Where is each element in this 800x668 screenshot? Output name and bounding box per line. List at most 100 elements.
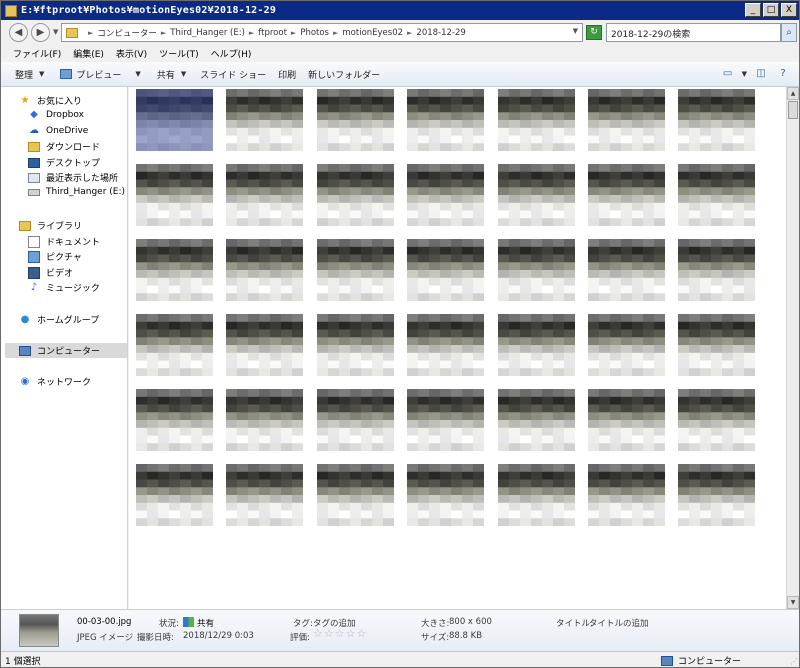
image-thumbnail[interactable] [498, 239, 576, 302]
back-button[interactable]: ◀ [9, 23, 28, 42]
image-thumbnail-selected[interactable] [136, 89, 214, 152]
chevron-right-icon[interactable]: ► [333, 29, 338, 37]
nav-documents[interactable]: ドキュメント [28, 235, 100, 248]
resize-grip-icon[interactable]: ⋰ [790, 657, 798, 666]
search-input[interactable]: 2018-12-29の検索 [606, 23, 781, 42]
organize-button[interactable]: 整理 ▼ [9, 68, 50, 81]
scroll-up-arrow-icon[interactable]: ▲ [787, 87, 799, 100]
image-thumbnail[interactable] [588, 314, 666, 377]
chevron-right-icon[interactable]: ► [161, 29, 166, 37]
nav-network[interactable]: ◉ ネットワーク [19, 375, 91, 389]
chevron-down-icon[interactable]: ▼ [573, 27, 578, 35]
image-thumbnail[interactable] [498, 314, 576, 377]
image-thumbnail[interactable] [226, 89, 304, 152]
chevron-right-icon[interactable]: ► [407, 29, 412, 37]
image-thumbnail[interactable] [407, 164, 485, 227]
minimize-button[interactable]: _ [745, 3, 761, 17]
help-icon[interactable]: ? [775, 66, 791, 82]
image-thumbnail[interactable] [226, 164, 304, 227]
image-thumbnail[interactable] [498, 464, 576, 527]
image-thumbnail[interactable] [407, 464, 485, 527]
maximize-button[interactable]: □ [763, 3, 779, 17]
address-bar[interactable]: ► コンピューター ► Third_Hanger (E:) ► ftproot … [61, 23, 583, 42]
menu-tools[interactable]: ツール(T) [153, 47, 205, 60]
nav-libraries[interactable]: ライブラリ [19, 219, 82, 232]
breadcrumb-drive[interactable]: Third_Hanger (E:) [170, 28, 245, 38]
title-bar[interactable]: E:¥ftproot¥Photos¥motionEyes02¥2018-12-2… [1, 1, 799, 20]
breadcrumb-motioneyes02[interactable]: motionEyes02 [342, 28, 403, 38]
slideshow-button[interactable]: スライド ショー [194, 68, 272, 81]
breadcrumb-date-folder[interactable]: 2018-12-29 [416, 28, 465, 38]
image-thumbnail[interactable] [588, 389, 666, 452]
recent-pages-dropdown[interactable]: ▼ [53, 28, 58, 36]
image-thumbnail[interactable] [407, 314, 485, 377]
forward-button[interactable]: ▶ [31, 23, 50, 42]
image-thumbnail[interactable] [317, 239, 395, 302]
breadcrumb-ftproot[interactable]: ftproot [258, 28, 287, 38]
nav-third-hanger-drive[interactable]: Third_Hanger (E:) [28, 187, 125, 197]
image-thumbnail[interactable] [226, 314, 304, 377]
image-thumbnail[interactable] [407, 89, 485, 152]
image-thumbnail[interactable] [498, 164, 576, 227]
scroll-down-arrow-icon[interactable]: ▼ [787, 596, 799, 609]
nav-onedrive[interactable]: ☁ OneDrive [28, 125, 88, 137]
breadcrumb-computer[interactable]: コンピューター [97, 27, 157, 39]
vertical-scrollbar[interactable]: ▲ ▼ [786, 87, 799, 609]
close-button[interactable]: X [781, 3, 797, 17]
image-thumbnail[interactable] [678, 464, 756, 527]
search-icon[interactable]: ⌕ [781, 23, 797, 42]
image-thumbnail[interactable] [226, 239, 304, 302]
menu-edit[interactable]: 編集(E) [67, 47, 110, 60]
image-thumbnail[interactable] [136, 314, 214, 377]
image-thumbnail[interactable] [588, 164, 666, 227]
print-button[interactable]: 印刷 [272, 68, 302, 81]
preview-button[interactable]: プレビュー ▼ [54, 68, 146, 81]
image-thumbnail[interactable] [678, 389, 756, 452]
preview-pane-icon[interactable]: ◫ [753, 66, 769, 82]
nav-favorites[interactable]: ★ お気に入り [19, 94, 83, 108]
nav-computer[interactable]: コンピューター [5, 343, 127, 358]
image-thumbnail[interactable] [407, 389, 485, 452]
nav-pictures[interactable]: ピクチャ [28, 250, 82, 263]
details-title-value[interactable]: タイトルの追加 [589, 617, 649, 629]
image-thumbnail[interactable] [136, 164, 214, 227]
image-thumbnail[interactable] [317, 314, 395, 377]
new-folder-button[interactable]: 新しいフォルダー [302, 68, 386, 81]
nav-homegroup[interactable]: ● ホームグループ [19, 313, 100, 327]
image-thumbnail[interactable] [678, 239, 756, 302]
image-thumbnail[interactable] [136, 464, 214, 527]
image-thumbnail[interactable] [317, 89, 395, 152]
image-thumbnail[interactable] [317, 389, 395, 452]
refresh-button[interactable]: ↻ [586, 25, 602, 40]
share-button[interactable]: 共有 ▼ [151, 68, 192, 81]
nav-recent-places[interactable]: 最近表示した場所 [28, 171, 118, 184]
nav-videos[interactable]: ビデオ [28, 266, 73, 279]
image-thumbnail[interactable] [226, 389, 304, 452]
rating-stars[interactable]: ☆☆☆☆☆ [313, 627, 367, 640]
image-thumbnail[interactable] [678, 164, 756, 227]
image-thumbnail[interactable] [407, 239, 485, 302]
image-thumbnail[interactable] [588, 239, 666, 302]
menu-help[interactable]: ヘルプ(H) [205, 47, 258, 60]
image-thumbnail[interactable] [678, 314, 756, 377]
image-thumbnail[interactable] [317, 164, 395, 227]
nav-music[interactable]: ♪ ミュージック [28, 281, 100, 295]
nav-dropbox[interactable]: ◆ Dropbox [28, 109, 84, 121]
image-thumbnail[interactable] [588, 89, 666, 152]
image-thumbnail[interactable] [226, 464, 304, 527]
image-thumbnail[interactable] [498, 389, 576, 452]
image-thumbnail[interactable] [136, 239, 214, 302]
image-thumbnail[interactable] [588, 464, 666, 527]
image-thumbnail[interactable] [317, 464, 395, 527]
image-thumbnail[interactable] [498, 89, 576, 152]
image-thumbnail[interactable] [136, 389, 214, 452]
menu-view[interactable]: 表示(V) [110, 47, 153, 60]
change-view-icon[interactable]: ▭ [720, 66, 736, 82]
chevron-down-icon[interactable]: ▼ [742, 70, 747, 78]
chevron-right-icon[interactable]: ► [88, 29, 93, 37]
nav-downloads[interactable]: ダウンロード [28, 140, 100, 153]
menu-file[interactable]: ファイル(F) [7, 47, 67, 60]
chevron-right-icon[interactable]: ► [249, 29, 254, 37]
scrollbar-thumb[interactable] [788, 101, 798, 119]
breadcrumb-photos[interactable]: Photos [300, 28, 329, 38]
